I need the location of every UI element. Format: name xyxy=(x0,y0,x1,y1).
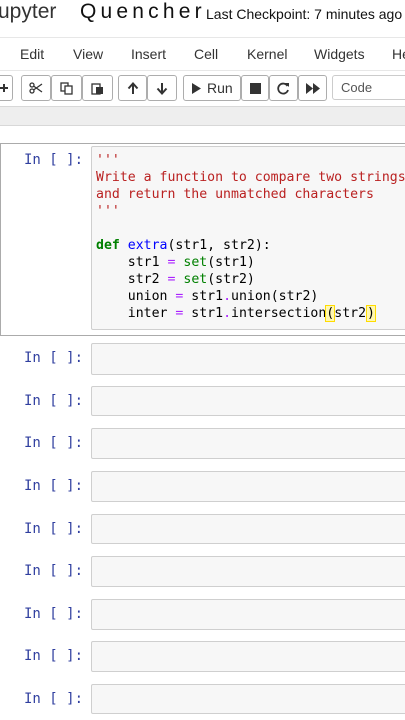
move-up-button[interactable] xyxy=(118,75,147,101)
code-input-area[interactable] xyxy=(91,386,405,416)
code-input-area[interactable] xyxy=(91,599,405,630)
cut-button[interactable] xyxy=(21,75,51,101)
move-down-button[interactable] xyxy=(147,75,177,101)
run-label: Run xyxy=(207,80,233,96)
cell-prompt: In [ ]: xyxy=(24,563,84,579)
function-params: (str1, str2): xyxy=(167,238,271,253)
notebook-title[interactable]: Quencher xyxy=(80,0,206,24)
interrupt-button[interactable] xyxy=(241,75,269,101)
code-input-area[interactable] xyxy=(91,471,405,502)
paste-button[interactable] xyxy=(82,75,113,101)
builtin-set: set xyxy=(183,272,208,287)
menu-view[interactable]: View xyxy=(73,46,103,62)
code-cell-3[interactable]: In [ ]: xyxy=(0,386,405,416)
code-cell-7[interactable]: In [ ]: xyxy=(0,556,405,587)
restart-icon xyxy=(277,82,290,95)
restart-run-all-button[interactable] xyxy=(298,75,327,101)
cell-type-select[interactable]: Code xyxy=(332,75,405,100)
operator: . xyxy=(223,306,232,321)
restart-button[interactable] xyxy=(269,75,298,101)
bracket-match-close: ) xyxy=(366,305,376,322)
code-line-9-var: union xyxy=(96,289,176,304)
arrow-down-icon xyxy=(156,82,168,95)
notebook-container-top xyxy=(0,106,405,126)
cell-prompt: In [ ]: xyxy=(24,691,84,707)
code-line-10-call: intersection xyxy=(231,306,327,321)
copy-icon xyxy=(60,81,73,95)
code-line-7-arg: (str1) xyxy=(207,255,255,270)
code-line-8-arg: (str2) xyxy=(207,272,255,287)
run-button[interactable]: Run xyxy=(183,75,241,101)
arrow-up-icon xyxy=(127,81,139,95)
cell-prompt: In [ ]: xyxy=(24,478,84,494)
code-line-10-arg: str2 xyxy=(334,306,367,321)
code-line-7-var: str1 xyxy=(96,255,168,270)
code-line-1: ''' xyxy=(96,153,120,168)
code-input-area[interactable] xyxy=(91,641,405,672)
function-name: extra xyxy=(127,238,168,253)
cell-prompt: In [ ]: xyxy=(24,393,84,409)
copy-button[interactable] xyxy=(51,75,82,101)
menu-edit[interactable]: Edit xyxy=(20,46,44,62)
code-input-area[interactable] xyxy=(91,514,405,544)
code-line-8-var: str2 xyxy=(96,272,168,287)
code-line-2: Write a function to compare two strings xyxy=(96,170,405,185)
menu-widgets[interactable]: Widgets xyxy=(314,46,365,62)
code-input-area[interactable] xyxy=(91,428,405,459)
cell-prompt: In [ ]: xyxy=(24,521,84,537)
code-cell-6[interactable]: In [ ]: xyxy=(0,514,405,544)
builtin-set: set xyxy=(183,255,208,270)
keyword-def: def xyxy=(96,238,120,253)
code-cell-10[interactable]: In [ ]: xyxy=(0,684,405,714)
cell-prompt: In [ ]: xyxy=(24,648,84,664)
notebook-header: upyter Quencher Last Checkpoint: 7 minut… xyxy=(0,0,405,36)
stop-icon xyxy=(249,82,261,94)
run-icon xyxy=(192,82,201,94)
cut-icon xyxy=(29,82,43,94)
code-cell-2[interactable]: In [ ]: xyxy=(0,343,405,375)
fast-forward-icon xyxy=(305,82,320,94)
menu-help[interactable]: He xyxy=(392,46,405,62)
paste-icon xyxy=(91,82,104,95)
code-input-area[interactable] xyxy=(91,343,405,375)
code-cell-8[interactable]: In [ ]: xyxy=(0,599,405,630)
jupyter-logo[interactable]: upyter xyxy=(0,0,56,24)
checkpoint-status: Last Checkpoint: 7 minutes ago xyxy=(206,6,403,22)
insert-cell-button[interactable] xyxy=(0,75,13,101)
menu-cell[interactable]: Cell xyxy=(194,46,218,62)
menu-insert[interactable]: Insert xyxy=(131,46,166,62)
code-line-10-var: inter xyxy=(96,306,176,321)
code-line-4: ''' xyxy=(96,204,120,219)
code-editor[interactable]: ''' Write a function to compare two stri… xyxy=(96,152,405,322)
code-line-3: and return the unmatched characters xyxy=(96,187,374,202)
menu-kernel[interactable]: Kernel xyxy=(247,46,287,62)
code-line-9-obj: str1 xyxy=(183,289,224,304)
code-input-area[interactable] xyxy=(91,556,405,587)
operator: . xyxy=(223,289,232,304)
cell-prompt: In [ ]: xyxy=(24,152,84,168)
code-line-10-obj: str1 xyxy=(183,306,224,321)
code-line-9-call: union(str2) xyxy=(231,289,319,304)
cell-prompt: In [ ]: xyxy=(24,350,84,366)
cell-prompt: In [ ]: xyxy=(24,606,84,622)
plus-icon xyxy=(0,83,9,93)
cell-prompt: In [ ]: xyxy=(24,435,84,451)
menubar: Edit View Insert Cell Kernel Widgets He xyxy=(0,37,405,71)
code-cell-5[interactable]: In [ ]: xyxy=(0,471,405,502)
code-cell-9[interactable]: In [ ]: xyxy=(0,641,405,672)
code-input-area[interactable] xyxy=(91,684,405,714)
code-cell-4[interactable]: In [ ]: xyxy=(0,428,405,459)
